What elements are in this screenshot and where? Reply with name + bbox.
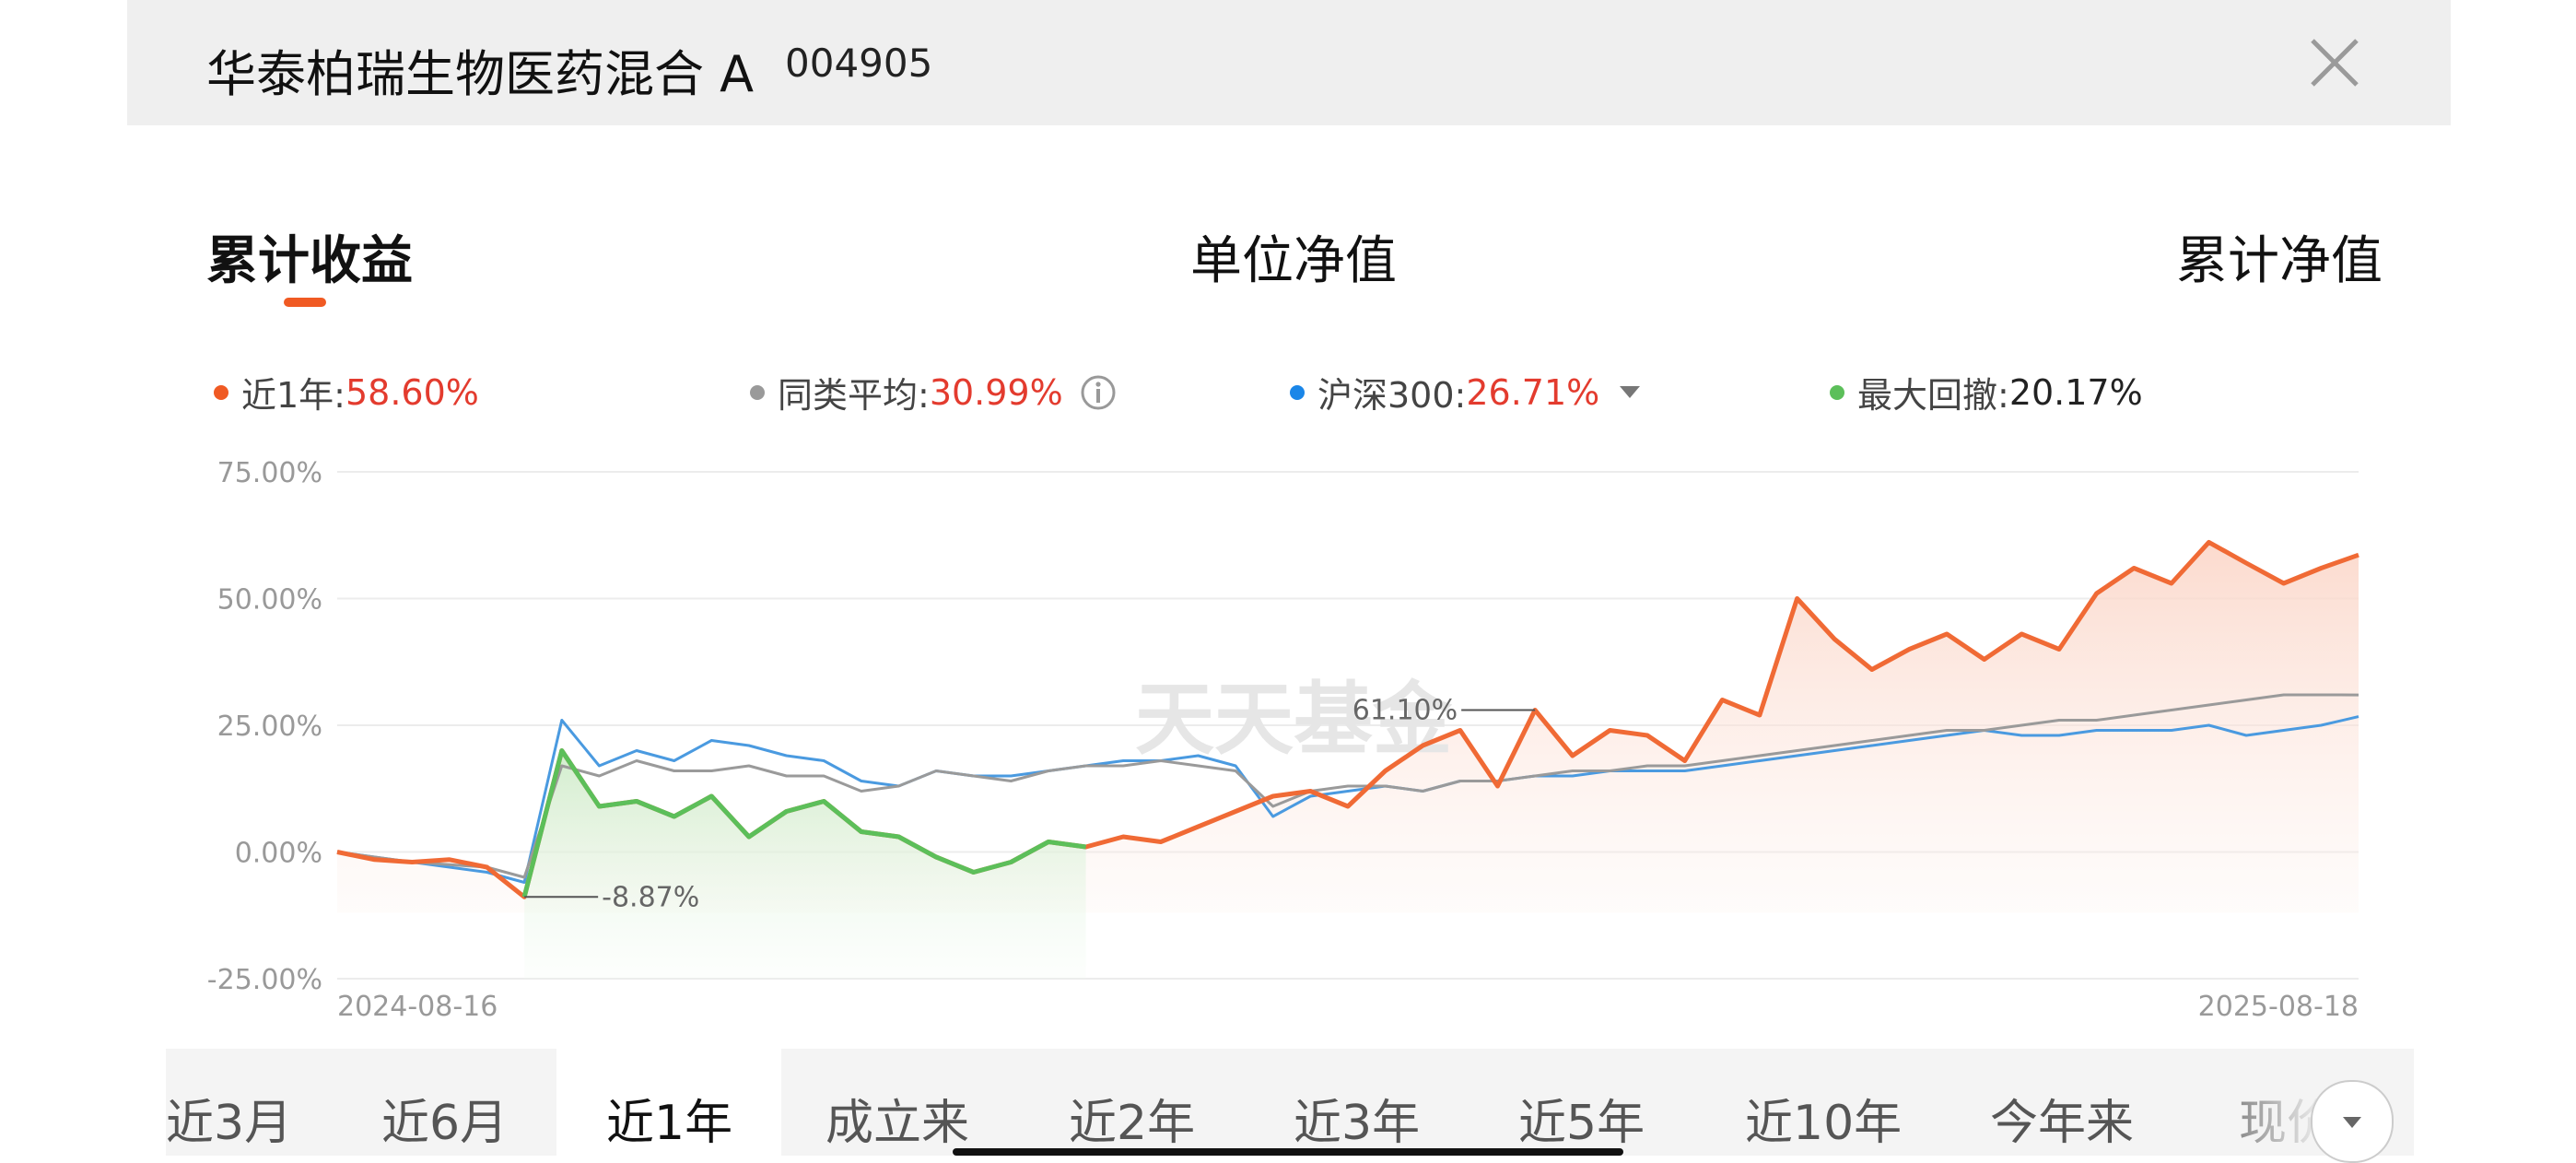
legend-index-value: 26.71% [1466, 371, 1600, 413]
annotation-label: -8.87% [602, 881, 699, 913]
time-range-bar: 近3月 近6月 近1年 成立来 近2年 近3年 近5年 近10年 今年来 现价 [166, 1049, 2414, 1156]
range-5y[interactable]: 近5年 [1518, 1084, 1645, 1153]
tab-cumulative-return[interactable]: 累计收益 [206, 219, 413, 294]
fund-code: 004905 [785, 41, 933, 86]
close-icon[interactable] [2307, 35, 2362, 90]
header-bar: 华泰柏瑞生物医药混合 A 004905 [127, 0, 2451, 125]
legend-drawdown: 最大回撤: 20.17% [1830, 367, 2143, 417]
y-tick-label: 75.00% [217, 457, 322, 489]
tab-cumulative-nav[interactable]: 累计净值 [2176, 219, 2383, 294]
info-icon[interactable] [1080, 374, 1117, 411]
fund-name: 华泰柏瑞生物医药混合 A [206, 45, 755, 103]
legend-peer: 同类平均: 30.99% [750, 367, 1117, 417]
range-2y[interactable]: 近2年 [1069, 1084, 1195, 1153]
range-3y[interactable]: 近3年 [1294, 1084, 1420, 1153]
return-chart[interactable]: 75.00%50.00%25.00%0.00%-25.00% 天天基金 61.1… [0, 433, 2576, 1023]
range-6m[interactable]: 近6月 [381, 1084, 508, 1153]
range-since-inception[interactable]: 成立来 [825, 1084, 969, 1153]
legend-drawdown-value: 20.17% [2008, 371, 2143, 413]
range-10y[interactable]: 近10年 [1745, 1084, 1902, 1153]
x-start-label: 2024-08-16 [337, 991, 498, 1023]
annotation-label: 61.10% [1352, 695, 1458, 727]
range-ytd[interactable]: 今年来 [1990, 1084, 2134, 1153]
y-tick-label: 25.00% [217, 711, 322, 743]
legend-index-dot [1290, 384, 1305, 400]
home-indicator [953, 1148, 1623, 1156]
x-end-label: 2025-08-18 [2198, 991, 2359, 1023]
legend-fund-dot [214, 384, 228, 400]
more-ranges-button[interactable] [2311, 1080, 2394, 1163]
y-tick-label: 0.00% [235, 838, 322, 870]
legend-peer-label: 同类平均: [778, 375, 930, 416]
legend-fund-label: 近1年: [241, 375, 345, 416]
legend-fund-value: 58.60% [345, 371, 479, 413]
legend-drawdown-label: 最大回撤: [1857, 375, 2009, 416]
range-3m[interactable]: 近3月 [166, 1084, 292, 1153]
y-tick-label: -25.00% [207, 964, 322, 996]
legend-index-label: 沪深300: [1317, 375, 1467, 416]
legend-drawdown-dot [1830, 384, 1844, 400]
range-1y[interactable]: 近1年 [606, 1084, 732, 1153]
legend-peer-dot [750, 384, 765, 400]
tab-active-indicator [284, 298, 326, 307]
legend-peer-value: 30.99% [929, 371, 1063, 413]
legend-index: 沪深300: 26.71% [1290, 367, 1641, 417]
legend-fund: 近1年: 58.60% [214, 367, 479, 417]
y-tick-label: 50.00% [217, 584, 322, 617]
dropdown-triangle-icon[interactable] [1620, 386, 1641, 398]
tab-unit-nav[interactable]: 单位净值 [1190, 219, 1397, 294]
